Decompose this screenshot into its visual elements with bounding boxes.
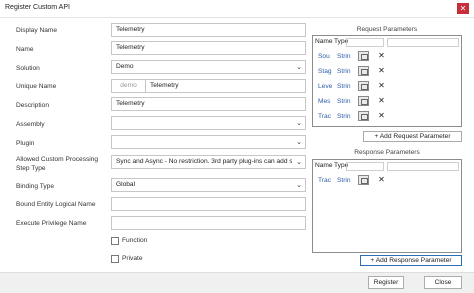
add-response-parameter-button[interactable]: + Add Response Parameter xyxy=(360,255,462,266)
delete-icon[interactable]: ✕ xyxy=(376,51,387,61)
response-parameters-panel: Name Type Trac Strin ✕ xyxy=(312,159,462,253)
request-param-type[interactable]: Strin xyxy=(337,98,351,105)
execute-privilege-input[interactable] xyxy=(111,216,306,230)
name-label: Name xyxy=(16,46,34,53)
name-input[interactable]: Telemetry xyxy=(111,41,306,55)
request-param-type[interactable]: Strin xyxy=(337,53,351,60)
processing-step-label-line1: Allowed Custom Processing xyxy=(16,156,99,163)
solution-select[interactable]: Demo ⌄ xyxy=(111,60,306,74)
window-close-button[interactable]: ✕ xyxy=(457,3,469,14)
delete-icon[interactable]: ✕ xyxy=(376,96,387,106)
description-input[interactable]: Telemetry xyxy=(111,97,306,111)
function-label: Function xyxy=(122,237,148,244)
window-title: Register Custom API xyxy=(5,4,70,11)
assembly-select[interactable]: ⌄ xyxy=(111,116,306,130)
processing-step-label-line2: Step Type xyxy=(16,165,46,172)
request-param-type[interactable]: Strin xyxy=(337,113,351,120)
binding-type-value: Global xyxy=(116,181,136,188)
add-request-parameter-button[interactable]: + Add Request Parameter xyxy=(363,131,462,142)
unique-name-label: Unique Name xyxy=(16,83,57,90)
request-param-type[interactable]: Strin xyxy=(337,68,351,75)
response-header-cell xyxy=(346,162,384,171)
function-checkbox[interactable] xyxy=(111,237,119,245)
response-parameters-title: Response Parameters xyxy=(354,149,420,156)
request-parameters-panel: Name Type Sou Strin ✕ Stag Strin ✕ Leve … xyxy=(312,35,462,127)
bound-entity-input[interactable] xyxy=(111,197,306,211)
response-param-name[interactable]: Trac xyxy=(318,177,331,184)
binding-type-label: Binding Type xyxy=(16,183,55,190)
delete-icon[interactable]: ✕ xyxy=(376,66,387,76)
request-param-name[interactable]: Leve xyxy=(318,83,332,90)
bound-entity-label: Bound Entity Logical Name xyxy=(16,201,96,208)
title-bar: Register Custom API ✕ xyxy=(0,0,474,18)
request-param-name[interactable]: Trac xyxy=(318,113,331,120)
close-button[interactable]: Close xyxy=(424,276,462,289)
edit-icon[interactable] xyxy=(358,96,369,106)
execute-privilege-label: Execute Privilege Name xyxy=(16,220,87,227)
delete-icon[interactable]: ✕ xyxy=(376,81,387,91)
edit-icon[interactable] xyxy=(358,51,369,61)
plugin-label: Plugin xyxy=(16,140,35,147)
delete-icon[interactable]: ✕ xyxy=(376,175,387,185)
edit-icon[interactable] xyxy=(358,111,369,121)
display-name-label: Display Name xyxy=(16,27,58,34)
processing-step-select[interactable]: Sync and Async - No restriction. 3rd par… xyxy=(111,155,306,169)
chevron-down-icon: ⌄ xyxy=(296,182,302,189)
request-header-cell xyxy=(346,38,384,47)
response-header-cell xyxy=(387,162,459,171)
chevron-down-icon: ⌄ xyxy=(296,64,302,71)
chevron-down-icon: ⌄ xyxy=(296,159,302,166)
edit-icon[interactable] xyxy=(358,66,369,76)
chevron-down-icon: ⌄ xyxy=(296,139,302,146)
unique-name-input[interactable]: Telemetry xyxy=(145,79,306,93)
solution-label: Solution xyxy=(16,65,40,72)
request-param-name[interactable]: Mes xyxy=(318,98,330,105)
private-label: Private xyxy=(122,255,143,262)
description-label: Description xyxy=(16,102,49,109)
delete-icon[interactable]: ✕ xyxy=(376,111,387,121)
edit-icon[interactable] xyxy=(358,81,369,91)
solution-value: Demo xyxy=(116,63,134,70)
chevron-down-icon: ⌄ xyxy=(296,120,302,127)
request-header-cell xyxy=(387,38,459,47)
display-name-input[interactable]: Telemetry xyxy=(111,23,306,37)
request-param-type[interactable]: Strin xyxy=(337,83,351,90)
processing-step-value: Sync and Async - No restriction. 3rd par… xyxy=(116,158,292,165)
private-checkbox[interactable] xyxy=(111,255,119,263)
binding-type-select[interactable]: Global ⌄ xyxy=(111,178,306,192)
assembly-label: Assembly xyxy=(16,121,45,128)
plugin-select[interactable]: ⌄ xyxy=(111,135,306,149)
request-col-name: Name xyxy=(315,38,333,45)
unique-name-prefix: demo xyxy=(111,79,145,93)
request-param-name[interactable]: Stag xyxy=(318,68,332,75)
register-button[interactable]: Register xyxy=(368,276,404,289)
response-col-name: Name xyxy=(315,162,333,169)
response-param-type[interactable]: Strin xyxy=(337,177,351,184)
edit-icon[interactable] xyxy=(358,175,369,185)
request-param-name[interactable]: Sou xyxy=(318,53,330,60)
request-parameters-title: Request Parameters xyxy=(356,26,418,33)
